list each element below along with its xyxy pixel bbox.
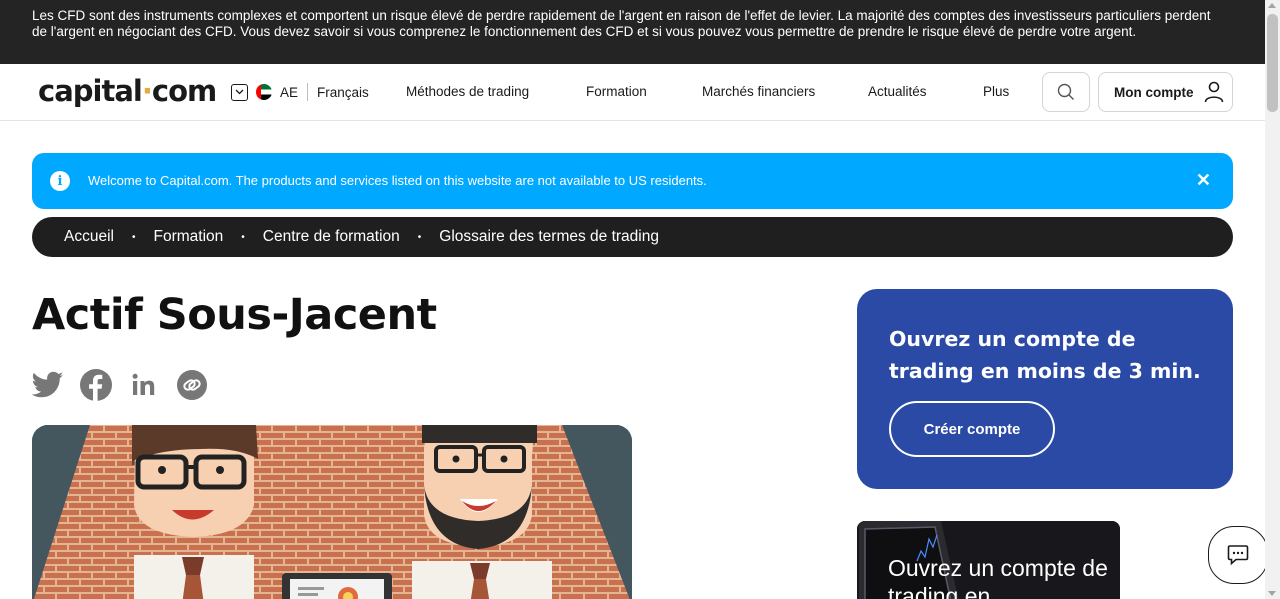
- risk-warning-text: Les CFD sont des instruments complexes e…: [32, 8, 1211, 39]
- linkedin-share-button[interactable]: [128, 369, 160, 401]
- article-illustration: [32, 425, 632, 599]
- region-code: AE: [280, 84, 299, 100]
- breadcrumb-separator: •: [241, 231, 245, 243]
- nav-formation[interactable]: Formation: [586, 84, 647, 99]
- breadcrumb-separator: •: [417, 231, 422, 243]
- region-divider: [307, 83, 309, 101]
- nav-more[interactable]: Plus: [983, 84, 1009, 99]
- breadcrumb-home[interactable]: Accueil: [64, 228, 114, 246]
- close-icon[interactable]: ✕: [1196, 170, 1211, 191]
- search-icon: [1057, 83, 1074, 100]
- nav-trading-methods[interactable]: Méthodes de trading: [406, 84, 529, 99]
- logo-text-right: com: [151, 74, 217, 108]
- app-promo-card[interactable]: Ouvrez un compte de trading en: [857, 521, 1120, 599]
- us-residents-alert: i Welcome to Capital.com. The products a…: [32, 153, 1233, 209]
- scroll-down-arrow-icon[interactable]: [1268, 591, 1276, 596]
- risk-warning-banner: Les CFD sont des instruments complexes e…: [0, 0, 1265, 64]
- breadcrumb-formation[interactable]: Formation: [153, 228, 223, 246]
- page: Les CFD sont des instruments complexes e…: [0, 0, 1265, 599]
- scrollbar-thumb[interactable]: [1267, 14, 1278, 112]
- page-scrollbar[interactable]: [1265, 0, 1280, 599]
- language-label[interactable]: Français: [317, 85, 369, 100]
- info-icon: i: [50, 171, 70, 191]
- page-title: Actif Sous-Jacent: [32, 290, 437, 340]
- region-language-selector[interactable]: AE Français: [231, 83, 369, 101]
- twitter-share-button[interactable]: [32, 369, 64, 401]
- my-account-button[interactable]: Mon compte: [1098, 72, 1233, 112]
- account-label: Mon compte: [1114, 84, 1194, 100]
- breadcrumb: Accueil • Formation • Centre de formatio…: [32, 217, 1233, 257]
- search-button[interactable]: [1042, 72, 1090, 112]
- alert-message: Welcome to Capital.com. The products and…: [88, 173, 707, 188]
- breadcrumb-learning-center[interactable]: Centre de formation: [263, 228, 400, 246]
- site-header: capital·com AE Français Méthodes de trad…: [0, 64, 1265, 121]
- logo-text-left: capital: [38, 74, 143, 108]
- breadcrumb-glossary[interactable]: Glossaire des termes de trading: [439, 228, 659, 246]
- breadcrumb-separator: •: [131, 231, 136, 243]
- uae-flag-icon: [256, 84, 272, 100]
- facebook-share-button[interactable]: [80, 369, 112, 401]
- linkedin-icon: [132, 373, 155, 395]
- chat-bubble-icon: [1227, 545, 1249, 566]
- create-account-button[interactable]: Créer compte: [889, 401, 1055, 457]
- nav-news[interactable]: Actualités: [868, 84, 927, 99]
- user-icon: [1204, 81, 1223, 103]
- open-account-title: Ouvrez un compte de trading en moins de …: [889, 327, 1201, 383]
- logo-dot: ·: [141, 74, 153, 108]
- chevron-down-icon[interactable]: [231, 83, 248, 101]
- copy-link-button[interactable]: [176, 369, 208, 401]
- two-men-illustration: [32, 425, 632, 599]
- app-promo-text: Ouvrez un compte de trading en: [888, 555, 1108, 599]
- link-icon: [177, 370, 207, 400]
- scroll-up-arrow-icon[interactable]: [1268, 3, 1276, 8]
- facebook-icon: [80, 369, 112, 401]
- chat-button[interactable]: [1208, 526, 1265, 584]
- open-account-card: Ouvrez un compte de trading en moins de …: [857, 289, 1233, 489]
- capital-logo[interactable]: capital·com: [38, 74, 217, 108]
- nav-financial-markets[interactable]: Marchés financiers: [702, 84, 815, 99]
- twitter-icon: [32, 371, 64, 398]
